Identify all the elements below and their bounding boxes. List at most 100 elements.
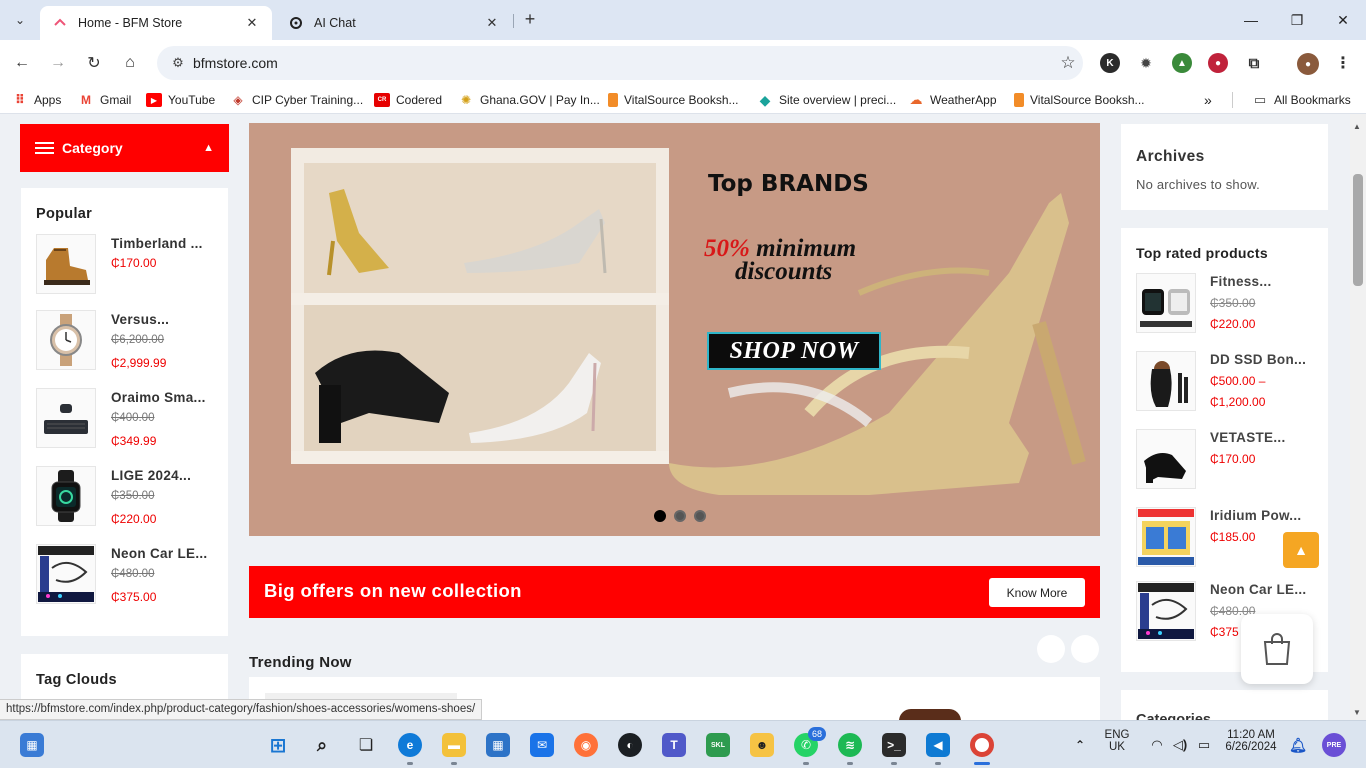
product-name[interactable]: Versus...	[111, 312, 169, 327]
minimize-button[interactable]: —	[1228, 0, 1274, 40]
show-hidden-icons-chevron-icon[interactable]: ⌃	[1068, 733, 1092, 757]
wifi-icon[interactable]: ◠	[1145, 733, 1169, 757]
boot-thumbnail[interactable]	[36, 234, 96, 294]
product-name[interactable]: LIGE 2024...	[111, 468, 191, 483]
black-heel-thumbnail[interactable]	[1136, 429, 1196, 489]
product-name[interactable]: Fitness...	[1210, 274, 1272, 289]
extension-tree-icon[interactable]: ▲	[1172, 53, 1192, 73]
floating-cart-button[interactable]	[1241, 614, 1313, 684]
search-icon[interactable]: ⌕	[310, 733, 334, 757]
hair-bundle-thumbnail[interactable]	[1136, 351, 1196, 411]
home-button[interactable]: ⌂	[119, 52, 141, 74]
reload-button[interactable]: ↻	[83, 52, 105, 74]
tab-search-chevron-icon[interactable]: ⌄	[8, 8, 32, 32]
slider-dot-2[interactable]	[674, 510, 686, 522]
bookmark-apps[interactable]: ⠿ Apps	[12, 91, 61, 109]
close-tab-icon[interactable]: ✕	[484, 15, 500, 31]
extension-record-icon[interactable]: ●	[1208, 53, 1228, 73]
language-indicator[interactable]: ENG UK	[1100, 729, 1134, 753]
scrollbar-thumb[interactable]	[1353, 174, 1363, 286]
product-name[interactable]: DD SSD Bon...	[1210, 352, 1306, 367]
product-name[interactable]: VETASTE...	[1210, 430, 1286, 445]
volume-icon[interactable]: ◁)	[1168, 733, 1192, 757]
back-button[interactable]: ←	[11, 52, 33, 74]
tab-ai-chat[interactable]: AI Chat ✕	[276, 6, 512, 40]
popular-item[interactable]: Timberland ... ₵170.00	[36, 234, 216, 294]
shop-now-button[interactable]: SHOP NOW	[707, 332, 881, 370]
mail-icon[interactable]: ✉	[530, 733, 554, 757]
skills-app-icon[interactable]: SKL	[706, 733, 730, 757]
trending-next-button[interactable]	[1071, 635, 1099, 663]
vscode-icon[interactable]: ◀	[926, 733, 950, 757]
bookmark-gmail[interactable]: M Gmail	[78, 91, 131, 109]
close-window-button[interactable]: ✕	[1320, 0, 1366, 40]
iridium-product-thumbnail[interactable]	[1136, 507, 1196, 567]
trending-prev-button[interactable]	[1037, 635, 1065, 663]
github-icon[interactable]: ◐	[618, 733, 642, 757]
popular-item[interactable]: Versus... ₵6,200.00 ₵2,999.99	[36, 310, 216, 370]
bookmark-codered[interactable]: CR Codered	[374, 91, 442, 109]
battery-icon[interactable]: ▭	[1192, 733, 1216, 757]
keyboard-thumbnail[interactable]	[36, 388, 96, 448]
desktop-widget-icon[interactable]: ▦	[20, 733, 44, 757]
more-bookmarks-icon[interactable]: »	[1204, 91, 1212, 109]
extension-bug-icon[interactable]: ✹	[1136, 53, 1156, 73]
smartwatch-thumbnail[interactable]	[36, 466, 96, 526]
bookmark-cip[interactable]: ◈ CIP Cyber Training...	[230, 91, 363, 109]
url-text[interactable]: bfmstore.com	[193, 55, 1053, 71]
bookmark-youtube[interactable]: ▶ YouTube	[146, 91, 215, 109]
chrome-icon[interactable]	[970, 733, 994, 757]
extension-k-icon[interactable]: K	[1100, 53, 1120, 73]
clock[interactable]: 11:20 AM 6/26/2024	[1218, 729, 1284, 753]
bookmark-vitalsource-1[interactable]: VitalSource Booksh...	[608, 91, 739, 109]
teams-icon[interactable]: T	[662, 733, 686, 757]
product-name[interactable]: Oraimo Sma...	[111, 390, 206, 405]
slider-dot-1[interactable]	[654, 510, 666, 522]
terminal-icon[interactable]: >_	[882, 733, 906, 757]
popular-item[interactable]: Neon Car LE... ₵480.00 ₵375.00	[36, 544, 216, 604]
bookmark-ghana-gov[interactable]: ✺ Ghana.GOV | Pay In...	[458, 91, 600, 109]
bookmark-star-icon[interactable]: ☆	[1053, 53, 1083, 73]
firefox-icon[interactable]: ◉	[574, 733, 598, 757]
top-rated-item[interactable]: DD SSD Bon... ₵500.00 – ₵1,200.00	[1136, 351, 1316, 411]
tab-bfm-store[interactable]: Home - BFM Store ✕	[40, 6, 272, 40]
site-info-icon[interactable]: ⚙	[163, 55, 193, 71]
page-scrollbar[interactable]: ▲ ▼	[1350, 114, 1366, 720]
popular-item[interactable]: Oraimo Sma... ₵400.00 ₵349.99	[36, 388, 216, 448]
top-rated-item[interactable]: VETASTE... ₵170.00	[1136, 429, 1316, 489]
fitness-watch-thumbnail[interactable]	[1136, 273, 1196, 333]
know-more-button[interactable]: Know More	[989, 578, 1085, 607]
windows-start-icon[interactable]: ⊞	[266, 733, 290, 757]
new-tab-button[interactable]: +	[520, 10, 540, 30]
bookmark-vitalsource-2[interactable]: VitalSource Booksh...	[1014, 91, 1145, 109]
address-bar[interactable]: ⚙ bfmstore.com ☆	[157, 46, 1083, 80]
bookmark-site-overview[interactable]: ◆ Site overview | preci...	[757, 91, 897, 109]
scroll-up-arrow-icon[interactable]: ▲	[1353, 122, 1361, 131]
restore-button[interactable]: ❐	[1274, 0, 1320, 40]
popular-item[interactable]: LIGE 2024... ₵350.00 ₵220.00	[36, 466, 216, 526]
file-explorer-icon[interactable]: ▬	[442, 733, 466, 757]
trending-item-image[interactable]	[899, 709, 961, 720]
product-name[interactable]: Neon Car LE...	[1210, 582, 1306, 597]
product-name[interactable]: Iridium Pow...	[1210, 508, 1301, 523]
scroll-to-top-button[interactable]: ▲	[1283, 532, 1319, 568]
task-view-icon[interactable]: ❏	[354, 733, 378, 757]
edge-icon[interactable]: e	[398, 733, 422, 757]
copilot-icon[interactable]: PRE	[1322, 733, 1346, 757]
slider-dot-3[interactable]	[694, 510, 706, 522]
browser-menu-icon[interactable]: ⋮	[1333, 53, 1353, 73]
scroll-down-arrow-icon[interactable]: ▼	[1353, 708, 1361, 717]
notification-bell-icon[interactable]: 🔔︎	[1286, 733, 1310, 757]
car-led-thumbnail[interactable]	[1136, 581, 1196, 641]
extensions-puzzle-icon[interactable]: ⧉	[1244, 53, 1264, 73]
close-tab-icon[interactable]: ✕	[244, 15, 260, 31]
microsoft-store-icon[interactable]: ▦	[486, 733, 510, 757]
game-app-icon[interactable]: ☻	[750, 733, 774, 757]
profile-avatar[interactable]: ●	[1297, 53, 1319, 75]
hero-banner[interactable]: Top BRANDS 50% minimum discounts SHOP NO…	[249, 123, 1100, 536]
product-name[interactable]: Neon Car LE...	[111, 546, 207, 561]
category-menu-button[interactable]: Category ▲	[20, 124, 229, 172]
watch-thumbnail[interactable]	[36, 310, 96, 370]
bookmark-weatherapp[interactable]: ☁ WeatherApp	[908, 91, 997, 109]
product-name[interactable]: Timberland ...	[111, 236, 203, 251]
